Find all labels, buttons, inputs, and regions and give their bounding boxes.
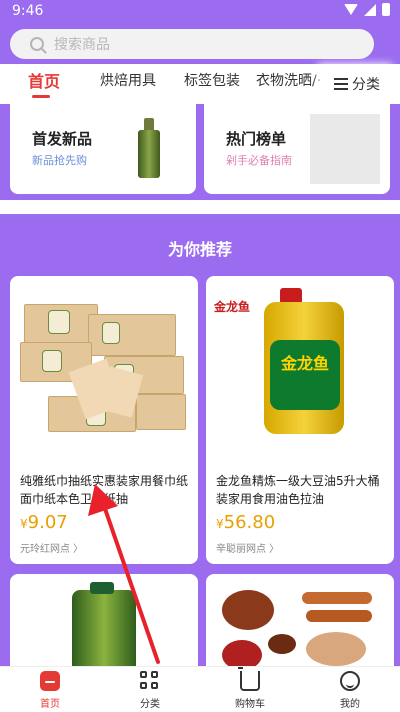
menu-icon: [334, 78, 348, 90]
nav-label: 首页: [40, 699, 60, 710]
home-icon: [40, 671, 60, 691]
status-bar: 9:46: [0, 0, 400, 24]
status-time: 9:46: [12, 3, 44, 19]
product-bottle-image: [138, 118, 160, 178]
nav-label: 分类: [140, 699, 160, 710]
shop-name[interactable]: 辛聪丽网点 〉: [216, 540, 279, 555]
nav-category[interactable]: 分类: [120, 671, 180, 710]
nav-label: 购物车: [235, 699, 265, 710]
tab-baking[interactable]: 烘焙用具: [100, 70, 156, 90]
placeholder-image: [310, 114, 380, 184]
search-placeholder: 搜索商品: [54, 37, 110, 53]
promo-subtitle: 新品抢先购: [32, 154, 87, 167]
product-card[interactable]: [206, 574, 394, 674]
hot-ranking-card[interactable]: 热门榜单 剁手必备指南: [204, 104, 390, 194]
product-name: 金龙鱼精炼一级大豆油5升大桶装家用食用油色拉油: [216, 474, 380, 506]
tissue-product-image: [18, 284, 192, 432]
promo-title: 首发新品: [32, 130, 93, 148]
brand-logo: 金龙鱼: [214, 300, 251, 314]
nav-cart[interactable]: 购物车: [220, 667, 280, 710]
oil-product-image: 金龙鱼 金龙鱼: [214, 284, 388, 434]
recommend-title: 为你推荐: [167, 240, 232, 259]
nav-profile[interactable]: 我的: [320, 671, 380, 710]
nav-home[interactable]: 首页: [20, 671, 80, 710]
product-price: ¥56.80: [216, 512, 276, 533]
search-bar[interactable]: 搜索商品: [10, 29, 374, 59]
product-image: [72, 590, 136, 674]
product-card[interactable]: 纯雅纸巾抽纸实惠装家用餐巾纸面巾纸本色卫生纸抽 ¥9.07 元玲红网点 〉: [10, 276, 198, 564]
nav-label: 我的: [340, 699, 360, 710]
category-grid-icon: [140, 671, 160, 691]
search-icon: [30, 37, 44, 51]
bottle-label-text: 金龙鱼: [280, 354, 329, 373]
signal-icon: [364, 3, 376, 16]
status-icons: [344, 3, 390, 16]
product-price: ¥9.07: [20, 512, 68, 533]
category-button-label: 分类: [352, 77, 380, 93]
tab-home[interactable]: 首页: [28, 68, 60, 92]
shop-name[interactable]: 元玲红网点 〉: [20, 540, 83, 555]
category-tabs: 首页 烘焙用具 标签包装 衣物洗晒/· 分类: [0, 64, 400, 104]
promo-title: 热门榜单: [226, 130, 287, 148]
battery-icon: [382, 3, 390, 16]
bottom-nav: 首页 分类 购物车 我的: [0, 666, 400, 712]
product-name: 纯雅纸巾抽纸实惠装家用餐巾纸面巾纸本色卫生纸抽: [20, 474, 189, 506]
product-card[interactable]: 金龙鱼 金龙鱼 金龙鱼精炼一级大豆油5升大桶装家用食用油色拉油 ¥56.80 辛…: [206, 276, 394, 564]
promo-subtitle: 剁手必备指南: [226, 154, 292, 167]
tab-labels-packaging[interactable]: 标签包装: [184, 70, 240, 90]
tab-laundry[interactable]: 衣物洗晒/·: [256, 70, 321, 90]
profile-icon: [340, 671, 360, 691]
new-products-card[interactable]: 首发新品 新品抢先购: [10, 104, 196, 194]
wifi-icon: [344, 4, 358, 15]
category-button[interactable]: 分类: [326, 64, 400, 104]
product-card[interactable]: [10, 574, 198, 674]
tab-active-indicator: [32, 95, 50, 98]
cart-icon: [238, 667, 260, 691]
